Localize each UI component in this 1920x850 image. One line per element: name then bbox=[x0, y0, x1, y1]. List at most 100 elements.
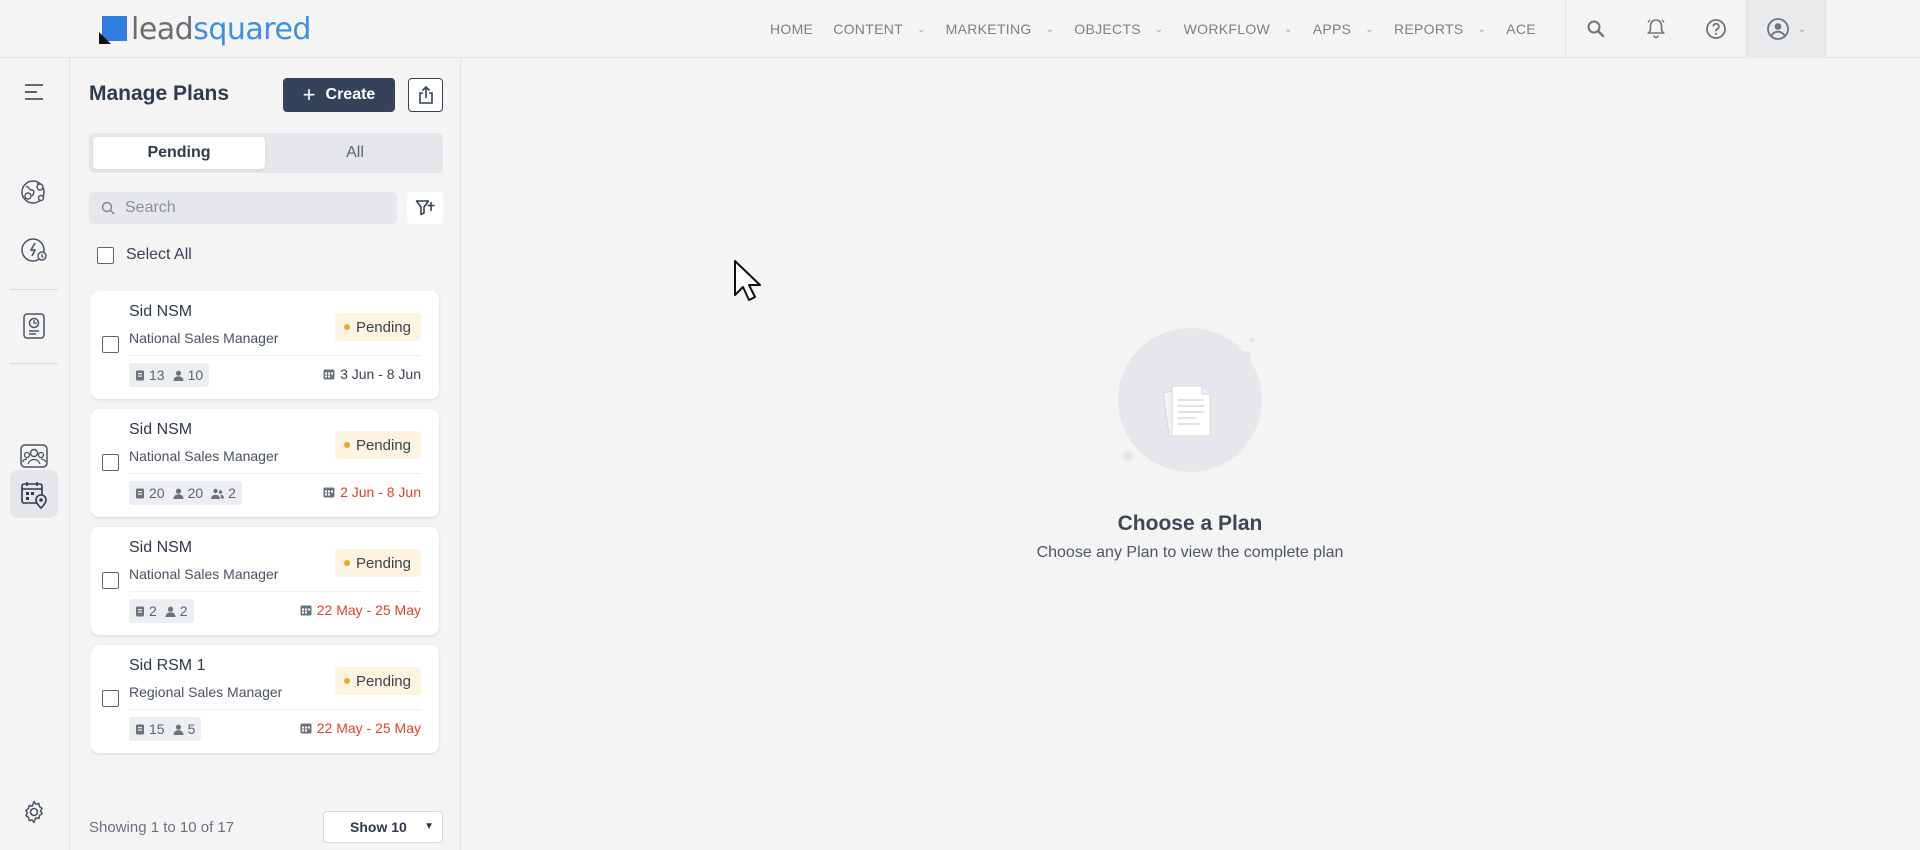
card-divider bbox=[129, 591, 421, 592]
card-divider bbox=[129, 709, 421, 710]
nav-item-home[interactable]: HOME bbox=[770, 21, 813, 37]
plan-stats: 22 bbox=[129, 599, 194, 623]
page-size-select[interactable]: Show 10 ▼ bbox=[323, 811, 443, 843]
nav-item-workflow[interactable]: WORKFLOW ⌄ bbox=[1184, 21, 1293, 37]
select-all-checkbox[interactable] bbox=[97, 246, 114, 264]
status-badge: Pending bbox=[334, 549, 421, 577]
plan-owner-role: National Sales Manager bbox=[129, 448, 279, 464]
plan-stat: 15 bbox=[135, 721, 165, 737]
card-divider bbox=[129, 473, 421, 474]
chevron-down-icon: ⌄ bbox=[1045, 23, 1055, 35]
create-button-label: Create bbox=[325, 86, 376, 103]
nav-item-objects[interactable]: OBJECTS ⌄ bbox=[1074, 21, 1163, 37]
status-badge-label: Pending bbox=[355, 318, 411, 336]
plan-stat-value: 13 bbox=[149, 367, 165, 383]
status-badge-label: Pending bbox=[355, 672, 411, 690]
page-title: Manage Plans bbox=[89, 82, 230, 105]
select-all-label: Select All bbox=[126, 246, 192, 263]
help-icon[interactable] bbox=[1686, 0, 1746, 58]
plan-stat-value: 20 bbox=[149, 485, 165, 501]
plan-stat-value: 10 bbox=[187, 367, 204, 383]
chevron-down-icon: ⌄ bbox=[1477, 23, 1487, 35]
plan-stats: 15 5 bbox=[129, 717, 202, 741]
plan-stat-value: 2 bbox=[179, 603, 188, 619]
caret-down-icon: ▼ bbox=[424, 821, 434, 832]
left-rail bbox=[0, 58, 70, 850]
select-all[interactable]: Select All bbox=[97, 246, 192, 264]
nav-item-apps[interactable]: APPS ⌄ bbox=[1313, 21, 1374, 37]
user-menu-button[interactable]: ⌄ bbox=[1746, 0, 1826, 58]
status-badge-label: Pending bbox=[355, 436, 411, 454]
plan-owner-name: Sid RSM 1 bbox=[129, 657, 206, 674]
chevron-down-icon: ⌄ bbox=[1154, 23, 1164, 35]
search-icon bbox=[101, 201, 115, 215]
calendar-icon bbox=[300, 604, 312, 616]
status-tabs: Pending All bbox=[89, 133, 443, 173]
user-icon bbox=[165, 606, 176, 617]
chevron-down-icon: ⌄ bbox=[916, 23, 926, 35]
plan-date-text: 3 Jun - 8 Jun bbox=[340, 366, 421, 382]
plan-checkbox[interactable] bbox=[102, 336, 119, 353]
chevron-down-icon: ⌄ bbox=[1365, 23, 1374, 35]
calendar-icon bbox=[300, 722, 312, 734]
plan-stat: 2 bbox=[211, 485, 236, 501]
export-button[interactable] bbox=[408, 78, 443, 112]
nav-item-marketing[interactable]: MARKETING ⌄ bbox=[946, 21, 1055, 37]
empty-state: Choose a Plan Choose any Plan to view th… bbox=[920, 300, 1460, 580]
plan-checkbox[interactable] bbox=[102, 572, 119, 589]
user-icon bbox=[173, 370, 184, 381]
empty-state-title: Choose a Plan bbox=[1117, 512, 1263, 535]
nav-item-content[interactable]: CONTENT ⌄ bbox=[833, 21, 925, 37]
territory-globe-icon[interactable] bbox=[10, 168, 58, 216]
settings-icon[interactable] bbox=[10, 788, 58, 836]
menu-icon[interactable] bbox=[10, 68, 58, 116]
automation-globe-icon[interactable] bbox=[10, 226, 58, 274]
plan-card[interactable]: Sid NSM National Sales Manager Pending 20 20… bbox=[91, 409, 439, 517]
task-icon bbox=[135, 488, 145, 499]
nav-item-ace[interactable]: ACE bbox=[1506, 21, 1536, 37]
status-dot-icon bbox=[343, 324, 350, 330]
plan-date-text: 22 May - 25 May bbox=[316, 602, 421, 618]
plan-stats: 13 10 bbox=[129, 363, 210, 387]
plan-date-text: 22 May - 25 May bbox=[316, 720, 421, 736]
plan-stat: 13 bbox=[135, 367, 165, 383]
plan-card[interactable]: Sid NSM National Sales Manager Pending 2 2 22… bbox=[91, 527, 439, 635]
create-plan-button[interactable]: + Create bbox=[283, 78, 395, 112]
plan-stat: 2 bbox=[135, 603, 157, 619]
user-icon bbox=[173, 724, 184, 735]
search-input[interactable] bbox=[125, 199, 375, 217]
search-icon[interactable] bbox=[1566, 0, 1626, 58]
status-badge-label: Pending bbox=[355, 554, 411, 572]
plan-checkbox[interactable] bbox=[102, 690, 119, 707]
plan-checkbox[interactable] bbox=[102, 454, 119, 471]
filter-button[interactable] bbox=[407, 192, 443, 224]
plan-card[interactable]: Sid RSM 1 Regional Sales Manager Pending 15… bbox=[91, 645, 439, 753]
chevron-down-icon: ⌄ bbox=[1284, 23, 1293, 35]
plan-date-range: 3 Jun - 8 Jun bbox=[323, 366, 421, 382]
leadsquared-logo[interactable]: leadsquared bbox=[99, 15, 311, 45]
plan-date-range: 22 May - 25 May bbox=[300, 720, 421, 736]
top-navbar: leadsquared HOME CONTENT ⌄ MARKETING ⌄ OBJECT… bbox=[0, 0, 1920, 58]
task-icon bbox=[135, 606, 145, 617]
plan-stat: 20 bbox=[135, 485, 165, 501]
rail-divider bbox=[10, 289, 58, 290]
nav-item-reports[interactable]: REPORTS ⌄ bbox=[1394, 21, 1486, 37]
notification-bell-icon[interactable] bbox=[1626, 0, 1686, 58]
document-illustration-icon bbox=[1116, 326, 1264, 474]
nav-item-label: HOME bbox=[770, 21, 814, 37]
mouse-cursor-icon bbox=[733, 259, 763, 308]
status-dot-icon bbox=[343, 560, 350, 566]
search-box bbox=[89, 192, 397, 224]
tab-pending[interactable]: Pending bbox=[93, 137, 265, 169]
tab-all[interactable]: All bbox=[269, 137, 441, 169]
group-icon bbox=[211, 488, 225, 499]
status-badge: Pending bbox=[334, 431, 421, 459]
calendar-icon bbox=[323, 368, 335, 380]
plan-owner-name: Sid NSM bbox=[129, 539, 193, 556]
main-menu: HOME CONTENT ⌄ MARKETING ⌄ OBJECTS ⌄ WORKFLOW ⌄ A… bbox=[770, 0, 1556, 58]
nav-item-label: ACE bbox=[1506, 21, 1536, 37]
share-export-icon bbox=[418, 85, 433, 104]
calendar-location-icon[interactable] bbox=[10, 470, 58, 518]
plan-card[interactable]: Sid NSM National Sales Manager Pending 13 10… bbox=[91, 291, 439, 399]
report-card-icon[interactable] bbox=[10, 302, 58, 350]
